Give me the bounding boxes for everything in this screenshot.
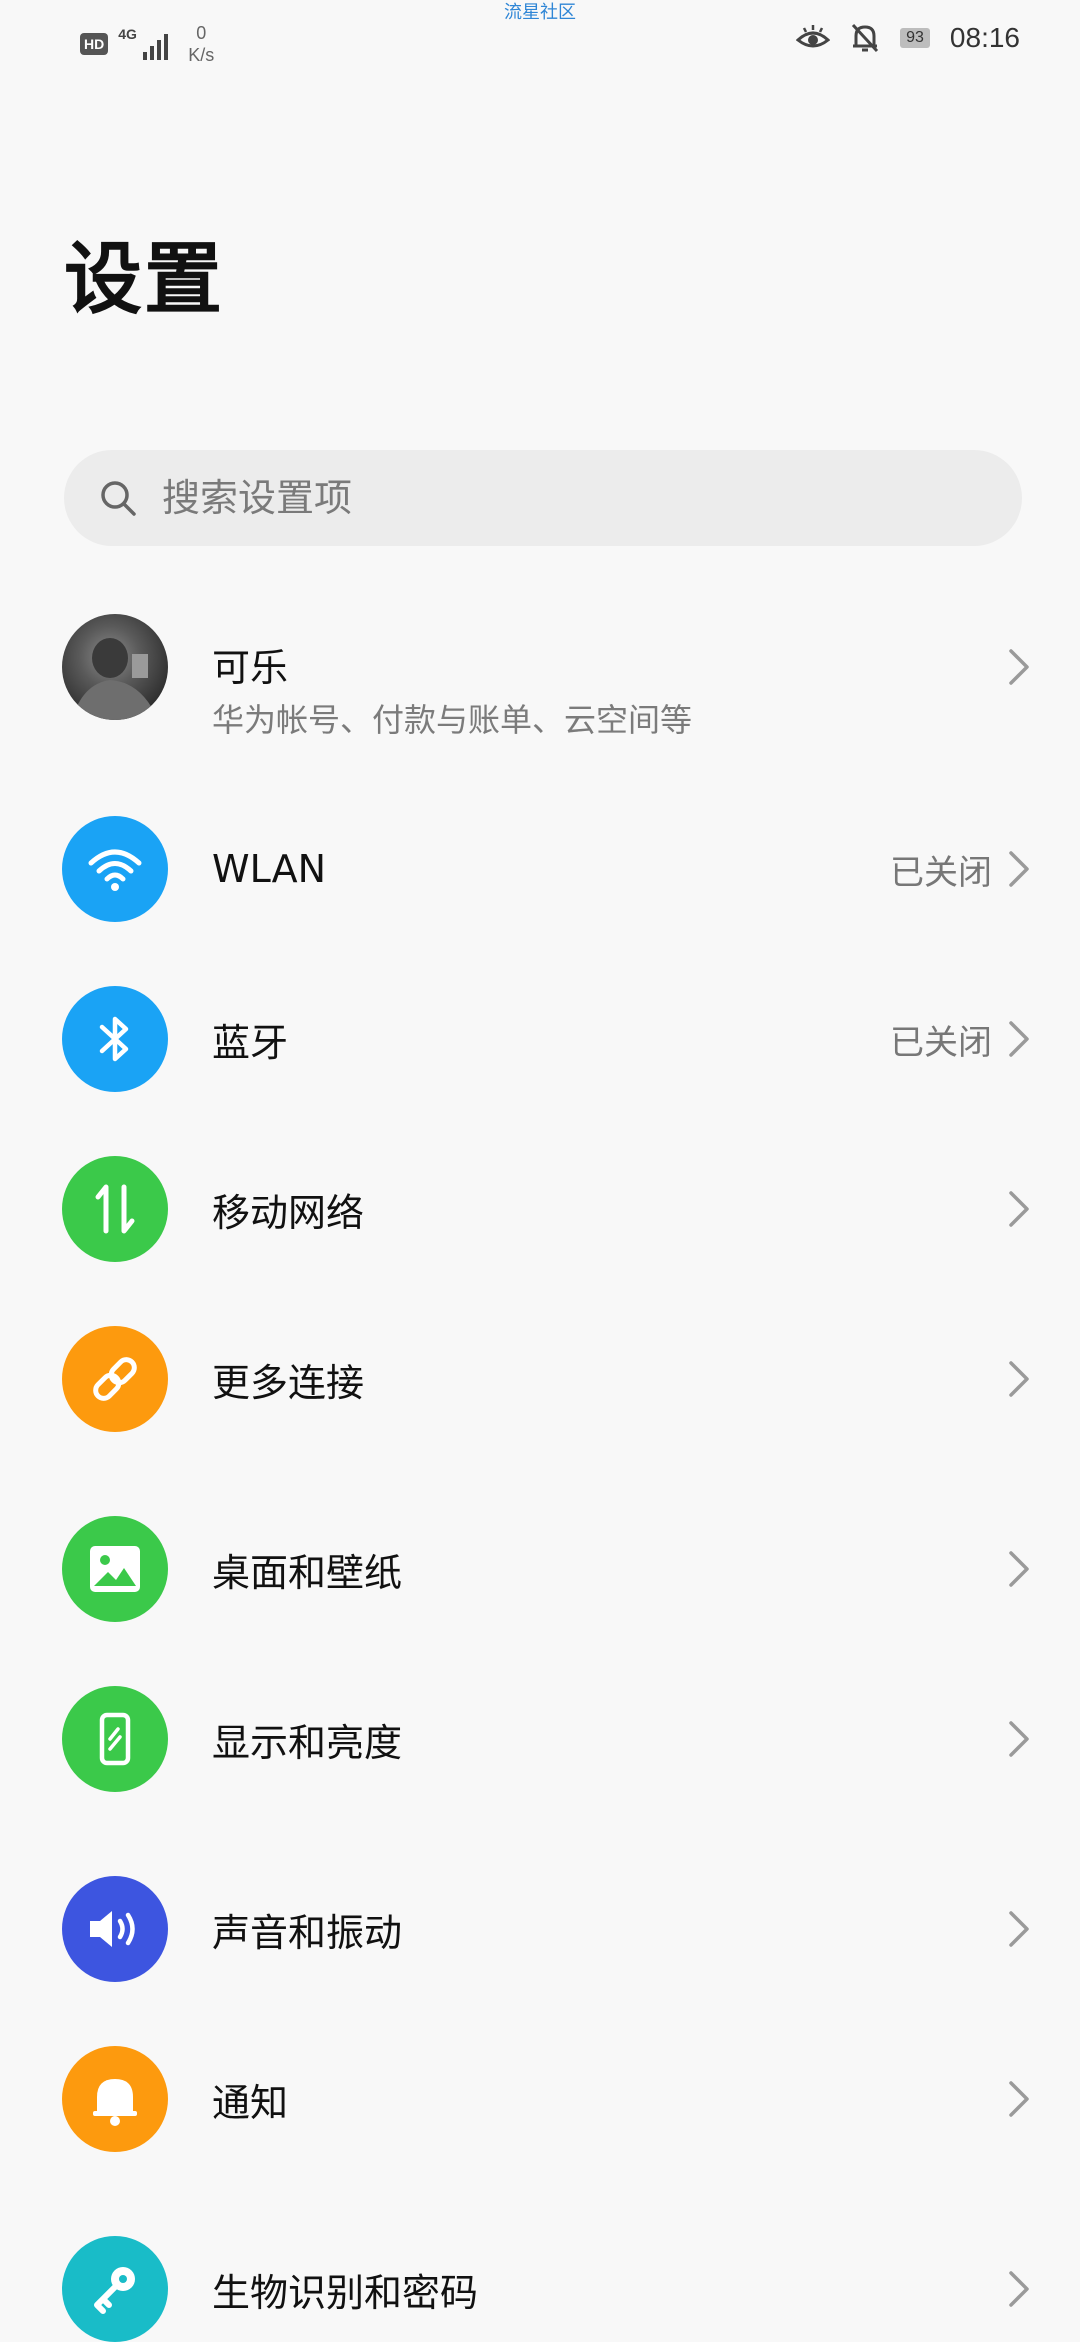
chevron-right-icon xyxy=(1009,2081,1029,2117)
settings-item-wallpaper[interactable]: 桌面和壁纸 xyxy=(0,1516,1080,1622)
chevron-right-icon xyxy=(1009,1361,1029,1397)
chevron-right-icon xyxy=(1009,851,1029,887)
link-icon xyxy=(62,1326,168,1432)
item-label: 蓝牙 xyxy=(212,1020,289,1065)
eye-comfort-icon xyxy=(796,25,831,48)
settings-item-display[interactable]: 显示和亮度 xyxy=(0,1686,1080,1792)
sound-icon xyxy=(62,1876,168,1982)
item-label: 显示和亮度 xyxy=(212,1720,403,1765)
profile-row[interactable]: 可乐 华为帐号、付款与账单、云空间等 xyxy=(0,614,1080,739)
chevron-right-icon xyxy=(1009,1191,1029,1227)
settings-item-more-connections[interactable]: 更多连接 xyxy=(0,1326,1080,1432)
signal-icon: 4G xyxy=(118,26,169,62)
profile-subtitle: 华为帐号、付款与账单、云空间等 xyxy=(212,701,693,739)
chevron-right-icon xyxy=(1009,1911,1029,1947)
item-status: 已关闭 xyxy=(890,852,992,893)
network-speed: 0 K/s xyxy=(188,22,214,66)
clock: 08:16 xyxy=(949,22,1020,53)
battery-icon: 93 xyxy=(900,28,930,48)
display-icon xyxy=(62,1686,168,1792)
settings-item-sound[interactable]: 声音和振动 xyxy=(0,1876,1080,1982)
status-left: HD 4G 0 K/s xyxy=(80,22,214,66)
item-label: 声音和振动 xyxy=(212,1910,403,1955)
settings-item-mobile-network[interactable]: 移动网络 xyxy=(0,1156,1080,1262)
item-label: 桌面和壁纸 xyxy=(212,1550,403,1595)
chevron-right-icon xyxy=(1009,649,1029,685)
settings-item-bluetooth[interactable]: 蓝牙 已关闭 xyxy=(0,986,1080,1092)
hd-badge: HD xyxy=(80,33,109,55)
item-label: 生物识别和密码 xyxy=(212,2270,479,2315)
speed-unit: K/s xyxy=(188,45,215,65)
network-type: 4G xyxy=(118,26,137,42)
status-bar: 流星社区 HD 4G 0 K/s 93 08:16 xyxy=(0,0,1080,90)
speed-value: 0 xyxy=(196,23,207,43)
settings-item-wlan[interactable]: WLAN 已关闭 xyxy=(0,816,1080,922)
settings-item-notifications[interactable]: 通知 xyxy=(0,2046,1080,2152)
profile-name: 可乐 xyxy=(212,646,289,690)
wifi-icon xyxy=(62,816,168,922)
chevron-right-icon xyxy=(1009,1551,1029,1587)
search-icon xyxy=(101,481,136,516)
bell-icon xyxy=(62,2046,168,2152)
search-input[interactable] xyxy=(160,475,964,521)
settings-item-biometrics[interactable]: 生物识别和密码 xyxy=(0,2236,1080,2342)
item-status: 已关闭 xyxy=(890,1022,992,1063)
chevron-right-icon xyxy=(1009,2271,1029,2307)
wallpaper-icon xyxy=(62,1516,168,1622)
bluetooth-icon xyxy=(62,986,168,1092)
page-title: 设置 xyxy=(64,235,225,325)
search-bar[interactable] xyxy=(64,450,1022,546)
key-icon xyxy=(62,2236,168,2342)
item-label: 移动网络 xyxy=(212,1190,365,1235)
mobile-data-icon xyxy=(62,1156,168,1262)
item-label: 通知 xyxy=(212,2080,289,2125)
chevron-right-icon xyxy=(1009,1721,1029,1757)
status-right: 93 08:16 xyxy=(796,22,1020,54)
item-label: WLAN xyxy=(212,847,327,891)
bell-muted-icon xyxy=(852,23,879,53)
avatar xyxy=(62,614,168,720)
chevron-right-icon xyxy=(1009,1021,1029,1057)
watermark: 流星社区 xyxy=(504,2,576,23)
item-label: 更多连接 xyxy=(212,1360,365,1405)
